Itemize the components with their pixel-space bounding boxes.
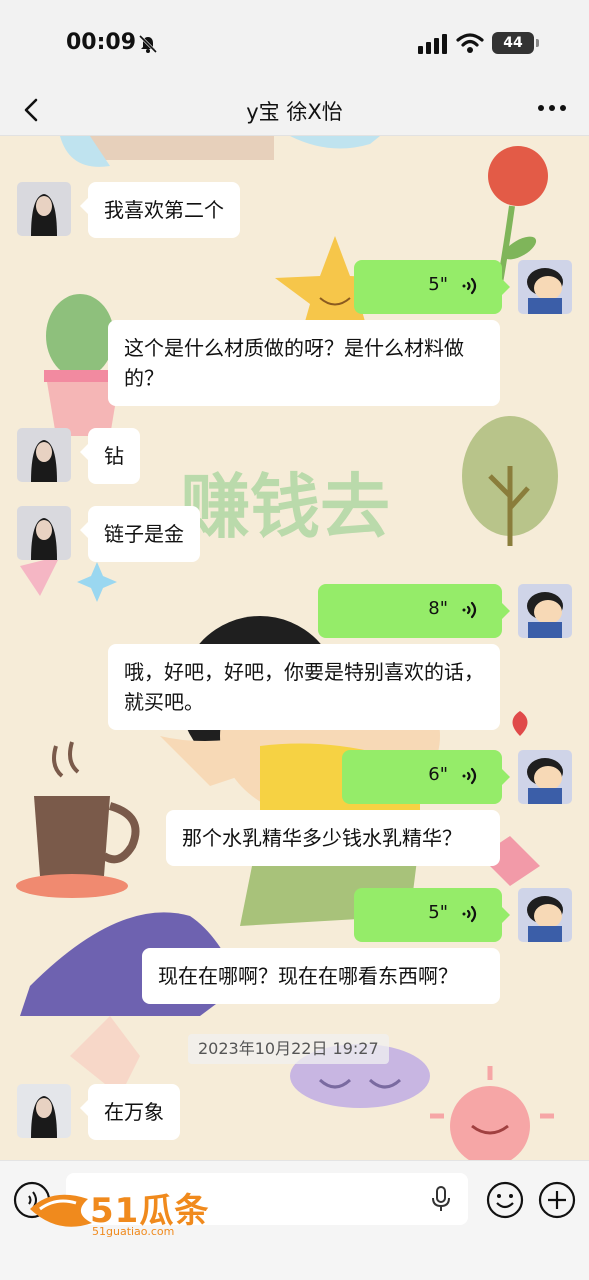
more-icon[interactable]	[536, 100, 568, 116]
voice-message-bubble[interactable]: 5"	[354, 888, 510, 942]
contact-avatar[interactable]	[17, 506, 71, 560]
voice-message-bubble[interactable]: 8"	[318, 584, 510, 638]
self-avatar[interactable]	[518, 584, 572, 638]
wifi-icon	[456, 33, 484, 53]
voice-wave-icon	[462, 601, 477, 619]
contact-avatar[interactable]	[17, 182, 71, 236]
voice-transcript[interactable]: 现在在哪啊？现在在哪看东西啊？	[142, 948, 500, 1004]
voice-wave-icon	[462, 905, 477, 923]
voice-duration: 5"	[428, 274, 448, 295]
status-bar: 00:09 44	[0, 0, 589, 86]
voice-transcript[interactable]: 这个是什么材质做的呀？是什么材料做的？	[108, 320, 500, 406]
chat-header: y宝 徐X怡	[0, 86, 589, 136]
voice-wave-icon	[462, 767, 477, 785]
voice-message-bubble[interactable]: 5"	[354, 260, 510, 314]
voice-wave-icon	[462, 277, 477, 295]
voice-duration: 6"	[428, 764, 448, 785]
self-avatar[interactable]	[518, 750, 572, 804]
chat-title: y宝 徐X怡	[246, 100, 343, 124]
voice-message-bubble[interactable]: 6"	[342, 750, 510, 804]
message-timestamp: 2023年10月22日 19:27	[188, 1034, 389, 1064]
plus-icon[interactable]	[538, 1181, 576, 1219]
wallpaper-text: 赚钱去	[180, 466, 390, 548]
self-avatar[interactable]	[518, 888, 572, 942]
input-bar: 51瓜条 51guatiao.com	[0, 1160, 589, 1280]
chat-area[interactable]: 赚钱去 我喜欢第二个 5" 这个是什么材质做的呀？是什么材料做的？ 钻 链子是金…	[0, 136, 589, 1160]
voice-transcript[interactable]: 哦，好吧，好吧，你要是特别喜欢的话，就买吧。	[108, 644, 500, 730]
message-text-bubble[interactable]: 钻	[80, 428, 140, 484]
voice-transcript[interactable]: 那个水乳精华多少钱水乳精华？	[166, 810, 500, 866]
status-time: 00:09	[66, 30, 137, 55]
mute-icon	[138, 34, 158, 54]
battery-tip	[536, 39, 539, 47]
message-text-bubble[interactable]: 链子是金	[80, 506, 200, 562]
voice-duration: 8"	[428, 598, 448, 619]
signal-icon	[418, 34, 447, 54]
mic-icon[interactable]	[430, 1185, 452, 1213]
voice-duration: 5"	[428, 902, 448, 923]
self-avatar[interactable]	[518, 260, 572, 314]
emoji-icon[interactable]	[486, 1181, 524, 1219]
watermark-subtext: 51guatiao.com	[92, 1225, 175, 1238]
contact-avatar[interactable]	[17, 1084, 71, 1138]
battery-icon: 44	[492, 32, 534, 54]
message-text-bubble[interactable]: 我喜欢第二个	[80, 182, 240, 238]
message-text-bubble[interactable]: 在万象	[80, 1084, 180, 1140]
contact-avatar[interactable]	[17, 428, 71, 482]
